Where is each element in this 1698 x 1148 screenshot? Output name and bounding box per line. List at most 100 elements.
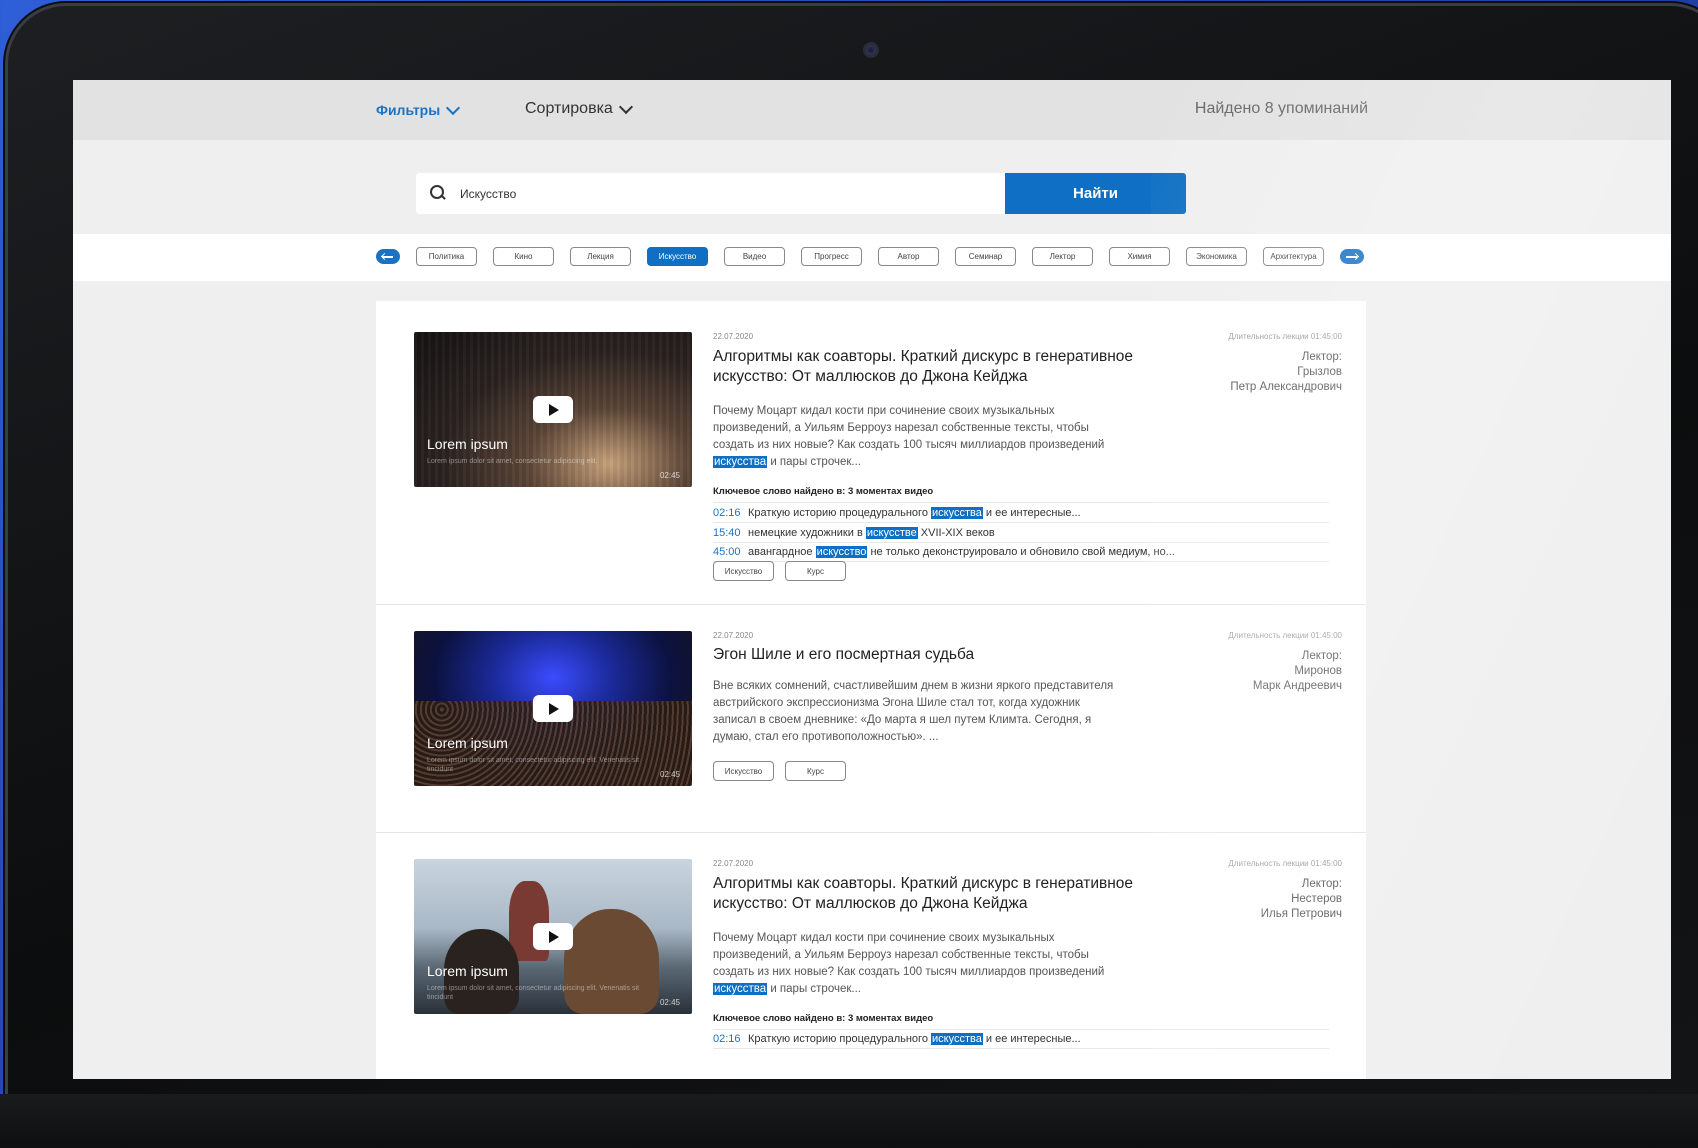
tag-chip[interactable]: Химия [1109,247,1170,266]
lector-info: Лектор: Нестеров Илья Петрович [1261,877,1342,922]
lecture-duration: Длительность лекции 01:45:00 [1228,859,1342,868]
results-list: Lorem ipsum Lorem ipsum dolor sit amet, … [376,301,1366,1079]
tag-chip[interactable]: Лекция [570,247,631,266]
tag-chip[interactable]: Видео [724,247,785,266]
moments-list: 02:16 Краткую историю процедурального ис… [713,502,1329,562]
search-input[interactable] [460,186,960,201]
play-icon[interactable] [533,695,573,722]
moment-text: авангардное [748,546,813,558]
search-button[interactable]: Найти [1005,173,1186,214]
tag-chip[interactable]: Семинар [955,247,1016,266]
keyword-highlight: искусства [713,456,768,468]
video-thumbnail[interactable]: Lorem ipsum Lorem ipsum dolor sit amet, … [414,332,692,487]
keyword-highlight: искусства [931,1033,983,1045]
thumbnail-title: Lorem ipsum [427,735,508,751]
result-date: 22.07.2020 [713,631,754,640]
result-tag[interactable]: Искусство [713,761,774,781]
moment-text-end: не только деконструировало и обновило св… [870,546,1175,558]
thumbnail-title: Lorem ipsum [427,963,508,979]
chevron-down-icon [618,99,633,114]
keyword-highlight: искусстве [865,526,918,539]
search-icon [430,184,448,203]
result-card: Lorem ipsum Lorem ipsum dolor sit amet, … [376,605,1366,833]
laptop-base [0,1094,1698,1148]
moment-row[interactable]: 15:40 немецкие художники в искусстве XVI… [713,522,1329,542]
tag-chip[interactable]: Кино [493,247,554,266]
tag-chip[interactable]: Автор [878,247,939,266]
moment-time[interactable]: 02:16 [713,1033,748,1045]
result-card: Lorem ipsum Lorem ipsum dolor sit amet, … [376,301,1366,605]
sort-label: Сортировка [525,100,613,117]
description-text-end: и пары строчек... [770,456,861,468]
result-title[interactable]: Эгон Шиле и его посмертная судьба [713,645,1193,665]
thumbnail-subtitle: Lorem ipsum dolor sit amet, consectetur … [427,985,640,1001]
result-title[interactable]: Алгоритмы как соавторы. Краткий дискурс … [713,874,1193,914]
description-text: Почему Моцарт кидал кости при сочинение … [713,932,1105,978]
lector-label: Лектор: [1301,878,1342,890]
description-text: Почему Моцарт кидал кости при сочинение … [713,405,1105,451]
result-title[interactable]: Алгоритмы как соавторы. Краткий дискурс … [713,347,1193,387]
description-text: Вне всяких сомнений, счастливейшим днем … [713,680,1114,743]
result-date: 22.07.2020 [713,859,754,868]
moment-text-end: и ее интересные... [985,506,1081,519]
moment-text: Краткую историю процедурального [748,506,928,519]
lector-last-name: Грызлов [1297,366,1342,378]
moment-time[interactable]: 02:16 [713,507,748,519]
tag-chip[interactable]: Лектор [1032,247,1093,266]
top-bar: Фильтры Сортировка Найдено 8 упоминаний [73,80,1671,140]
tag-chip[interactable]: Политика [416,247,477,266]
lector-info: Лектор: Грызлов Петр Александрович [1230,350,1342,395]
laptop-frame: Фильтры Сортировка Найдено 8 упоминаний … [8,6,1698,1148]
search-box[interactable] [416,173,1005,214]
keyword-found-label: Ключевое слово найдено в: 3 моментах вид… [713,486,934,497]
filters-label: Фильтры [376,102,441,118]
result-date: 22.07.2020 [713,332,754,341]
moment-row[interactable]: 02:16 Краткую историю процедурального ис… [713,502,1329,522]
search-bar: Найти [416,173,1186,214]
moment-text: немецкие художники в [748,526,863,539]
tag-chip[interactable]: Архитектура [1263,247,1324,266]
thumbnail-subtitle: Lorem ipsum dolor sit amet, consectetur … [427,458,598,465]
lector-last-name: Миронов [1294,665,1342,677]
result-tag[interactable]: Курс [785,561,846,581]
tag-chip[interactable]: Экономика [1186,247,1247,266]
tag-chip[interactable]: Прогресс [801,247,862,266]
play-icon[interactable] [533,396,573,423]
webcam [863,42,879,58]
result-description: Почему Моцарт кидал кости при сочинение … [713,930,1113,998]
thumbnail-duration: 02:45 [659,471,680,480]
moment-text: Краткую историю процедурального [748,1033,928,1045]
play-icon[interactable] [533,923,573,950]
screen: Фильтры Сортировка Найдено 8 упоминаний … [73,80,1671,1079]
result-description: Вне всяких сомнений, счастливейшим днем … [713,678,1123,746]
thumbnail-title: Lorem ipsum [427,436,508,452]
moment-row[interactable]: 45:00 авангардное искусство не только де… [713,542,1329,562]
result-card: Lorem ipsum Lorem ipsum dolor sit amet, … [376,833,1366,1079]
thumbnail-subtitle: Lorem ipsum dolor sit amet, consectetur … [427,757,640,773]
lector-last-name: Нестеров [1291,893,1342,905]
lecture-duration: Длительность лекции 01:45:00 [1228,332,1342,341]
moment-time[interactable]: 45:00 [713,546,748,558]
tag-chip[interactable]: Искусство [647,247,708,266]
moment-time[interactable]: 15:40 [713,527,748,539]
arrow-left-icon[interactable] [376,249,400,264]
keyword-found-label: Ключевое слово найдено в: 3 моментах вид… [713,1013,934,1024]
video-thumbnail[interactable]: Lorem ipsum Lorem ipsum dolor sit amet, … [414,631,692,786]
sort-button[interactable]: Сортировка [525,99,633,118]
description-text-end: и пары строчек... [770,983,861,995]
thumbnail-duration: 02:45 [659,998,680,1007]
lector-first-name: Петр Александрович [1230,381,1342,393]
chevron-down-icon [446,100,461,115]
filters-button[interactable]: Фильтры [376,100,461,118]
arrow-right-icon[interactable] [1340,249,1364,264]
keyword-highlight: искусства [931,506,983,519]
lector-first-name: Марк Андреевич [1252,680,1342,692]
result-tag[interactable]: Искусство [713,561,774,581]
moment-row[interactable]: 02:16 Краткую историю процедурального ис… [713,1029,1329,1049]
results-count: Найдено 8 упоминаний [1194,100,1368,117]
lector-first-name: Илья Петрович [1260,908,1342,920]
video-thumbnail[interactable]: Lorem ipsum Lorem ipsum dolor sit amet, … [414,859,692,1014]
result-tag[interactable]: Курс [785,761,846,781]
moment-text-end: и ее интересные... [985,1033,1081,1045]
result-description: Почему Моцарт кидал кости при сочинение … [713,403,1113,471]
